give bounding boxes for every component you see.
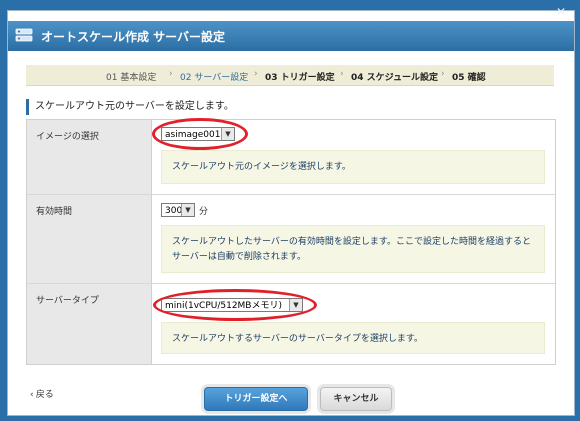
image-select-label: イメージの選択 [36, 132, 99, 142]
ttl-unit: 分 [199, 207, 209, 217]
ttl-label: 有効時間 [36, 207, 73, 217]
autoscale-app-icon [15, 28, 33, 42]
back-link[interactable]: ‹ 戻る [30, 387, 54, 400]
ttl-help-text: スケールアウトしたサーバーの有効時間を設定します。ここで設定した時間を経過すると… [161, 225, 545, 273]
highlight-ring [152, 118, 248, 150]
form-label-cell: 有効時間 [27, 195, 152, 283]
window-frame: ✕ オートスケール作成 サーバー設定 01 基本設定 › 02 サーバー設定 ›… [0, 0, 580, 421]
form-row-ttl: 有効時間 300 ▼ 分 スケールアウトしたサーバーの有効時間を設定します。ここ… [27, 195, 555, 284]
ttl-select-value: 300 [165, 206, 183, 216]
step-schedule-settings: 04 スケジュール設定 [351, 73, 439, 83]
chevron-down-icon[interactable]: ▼ [181, 204, 194, 216]
server-type-help-text: スケールアウトするサーバーのサーバータイプを選択します。 [161, 322, 545, 354]
form-label-cell: サーバータイプ [27, 284, 152, 364]
server-settings-form: イメージの選択 asimage001 ▼ スケールアウト元のイメージを選択します… [26, 118, 556, 365]
cancel-button[interactable]: キャンセル [320, 387, 392, 411]
chevron-right-icon: › [340, 69, 344, 79]
server-type-label: サーバータイプ [36, 296, 99, 306]
back-link-label: 戻る [35, 390, 54, 400]
highlight-ring [153, 289, 317, 321]
close-icon[interactable]: ✕ [554, 5, 568, 19]
step-server-settings: 02 サーバー設定 [180, 73, 249, 83]
chevron-right-icon: › [254, 69, 258, 79]
ttl-select[interactable]: 300 ▼ [161, 203, 195, 217]
chevron-left-icon: ‹ [30, 390, 34, 400]
chevron-right-icon: › [169, 69, 173, 79]
next-trigger-settings-button[interactable]: トリガー設定へ [204, 387, 308, 411]
title-bar: オートスケール作成 サーバー設定 [8, 21, 574, 51]
form-label-cell: イメージの選択 [27, 120, 152, 194]
dialog-window: ✕ オートスケール作成 サーバー設定 01 基本設定 › 02 サーバー設定 ›… [7, 5, 575, 416]
dialog-title: オートスケール作成 サーバー設定 [41, 30, 226, 44]
chevron-right-icon: › [441, 69, 445, 79]
step-basic-settings: 01 基本設定 [106, 73, 157, 83]
form-row-image: イメージの選択 asimage001 ▼ スケールアウト元のイメージを選択します… [27, 118, 555, 195]
step-trigger-settings: 03 トリガー設定 [265, 73, 335, 83]
section-heading: スケールアウト元のサーバーを設定します。 [26, 99, 235, 115]
image-help-text: スケールアウト元のイメージを選択します。 [161, 150, 545, 184]
form-row-server-type: サーバータイプ mini(1vCPU/512MBメモリ) ▼ スケールアウトする… [27, 284, 555, 364]
wizard-steps: 01 基本設定 › 02 サーバー設定 › 03 トリガー設定 › 04 スケジ… [26, 65, 554, 86]
step-confirm: 05 確認 [452, 73, 486, 83]
